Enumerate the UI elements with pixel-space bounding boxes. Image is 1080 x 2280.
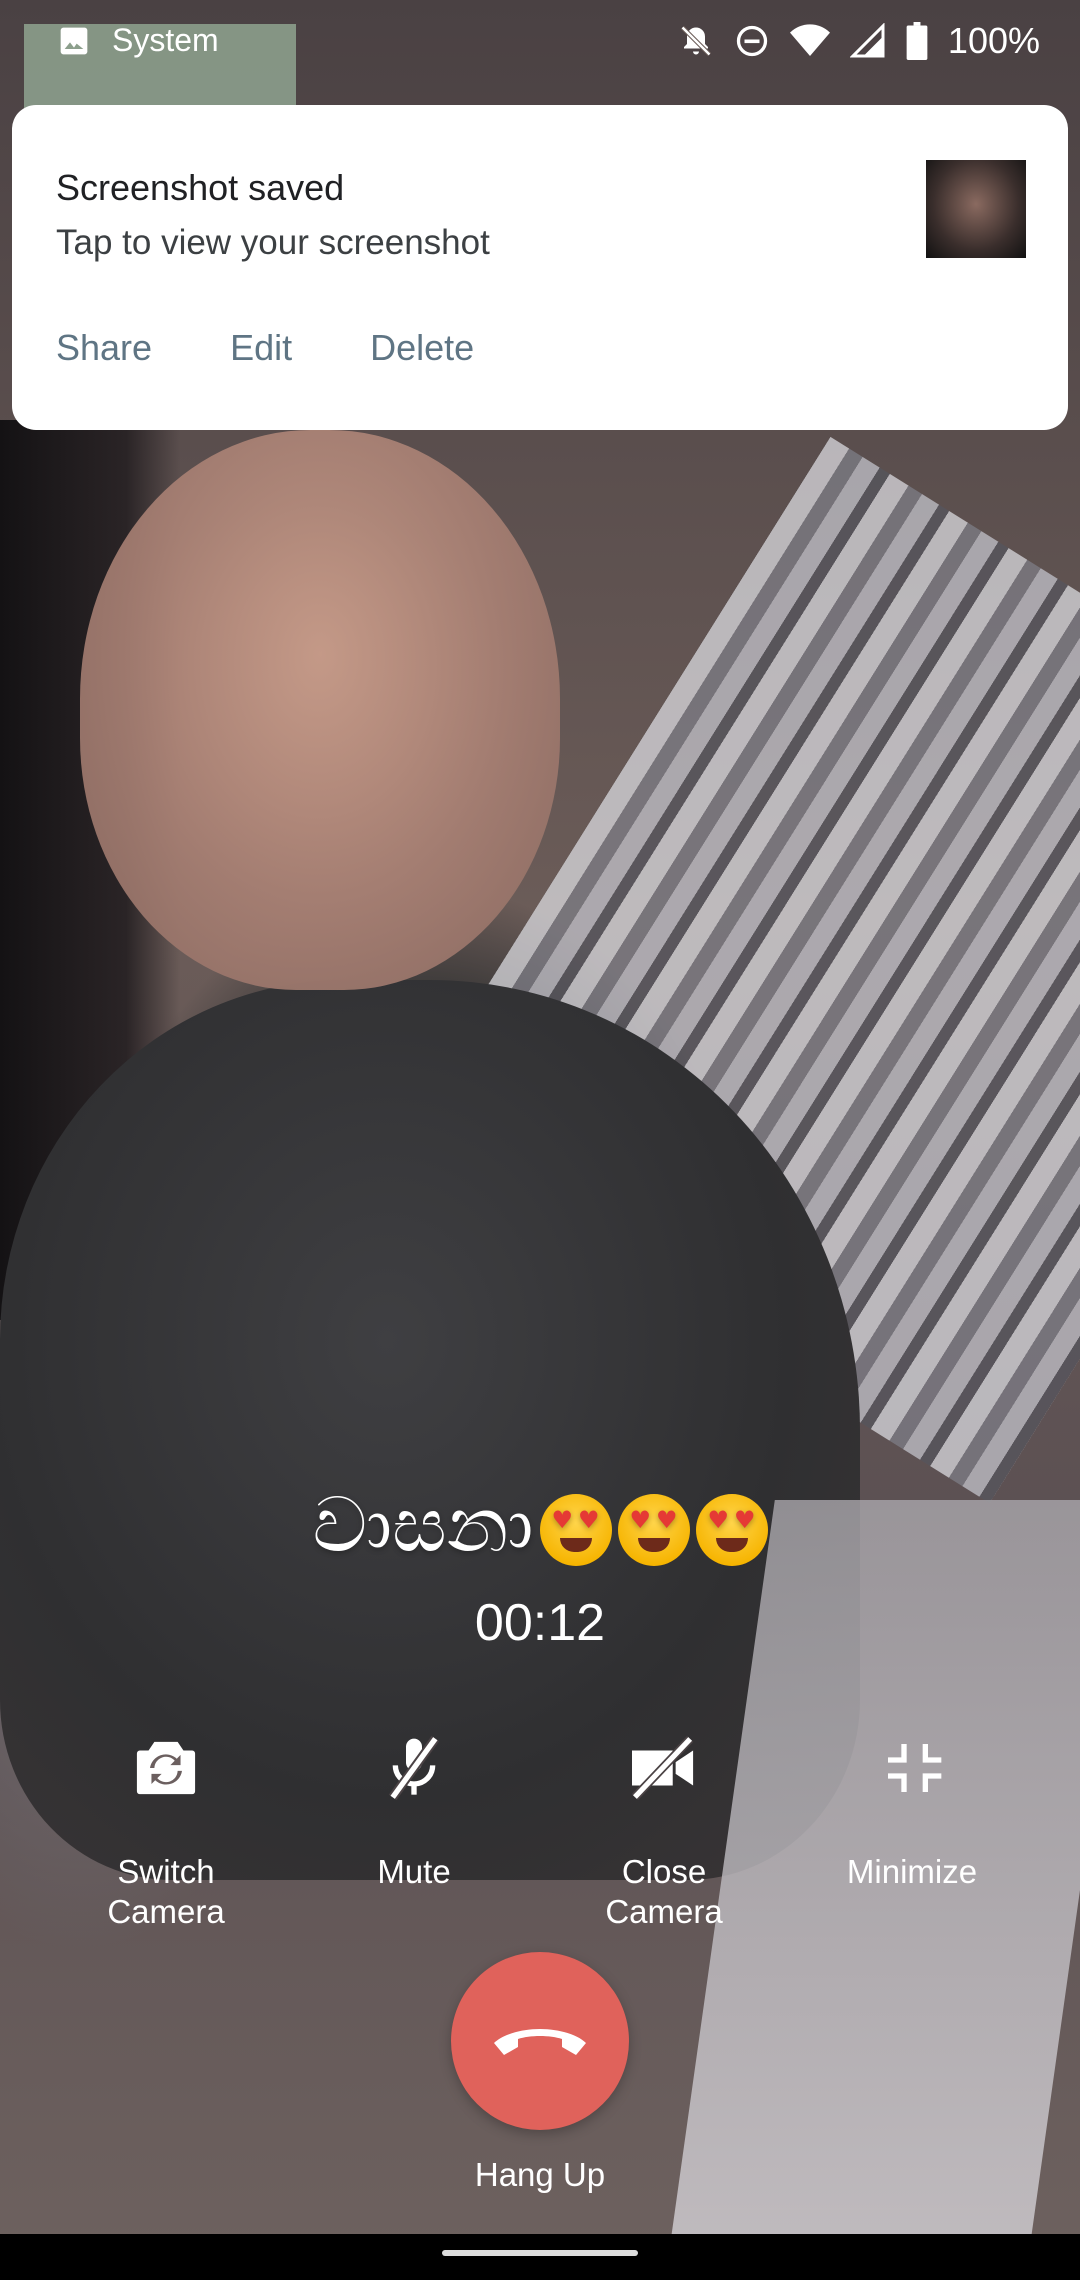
switch-camera-icon <box>136 1741 196 1795</box>
close-camera-button[interactable]: Close Camera <box>554 1728 774 1932</box>
image-icon <box>60 27 88 54</box>
call-end-icon <box>494 2029 586 2055</box>
battery-level: 100% <box>947 20 1040 61</box>
home-gesture-handle[interactable] <box>442 2250 638 2256</box>
switch-camera-label: Switch Camera <box>107 1853 225 1930</box>
status-bar: System 100% <box>0 0 1080 108</box>
video-face <box>80 430 560 990</box>
minimize-button[interactable]: Minimize <box>802 1728 1022 1892</box>
mute-label: Mute <box>377 1853 451 1890</box>
notification-app: System <box>58 22 219 59</box>
caller-info: වාසනා 00:12 <box>0 1480 1080 1653</box>
caller-name: වාසනා <box>312 1480 534 1569</box>
hang-up-label: Hang Up <box>474 2156 606 2193</box>
heart-eyes-emoji-icon <box>617 1494 690 1566</box>
minimize-icon <box>888 1744 942 1792</box>
notification-actions: Share Edit Delete <box>56 327 474 369</box>
close-camera-label: Close Camera <box>605 1853 723 1930</box>
mic-off-icon <box>388 1735 440 1801</box>
hang-up-button[interactable] <box>451 1952 629 2130</box>
notifications-off-icon <box>680 25 712 57</box>
mute-button[interactable]: Mute <box>304 1728 524 1892</box>
notification-app-name: System <box>112 22 219 58</box>
battery-icon <box>906 22 928 60</box>
cellular-signal-icon <box>849 23 885 58</box>
heart-eyes-emoji-icon <box>539 1494 612 1566</box>
screenshot-thumbnail[interactable] <box>926 160 1026 258</box>
notification-title: Screenshot saved <box>56 167 345 208</box>
call-timer: 00:12 <box>474 1594 606 1652</box>
switch-camera-button[interactable]: Switch Camera <box>56 1728 276 1932</box>
delete-button[interactable]: Delete <box>370 327 474 369</box>
notification-text: Tap to view your screenshot <box>56 223 490 262</box>
do-not-disturb-icon <box>736 25 768 57</box>
camera-off-icon <box>631 1736 694 1800</box>
status-icons: 100% <box>678 20 1040 62</box>
screenshot-notification[interactable]: Screenshot saved Tap to view your screen… <box>12 105 1068 430</box>
call-controls: Switch Camera Mute Close Camera Minimize <box>0 1728 1080 1948</box>
heart-eyes-emoji-icon <box>695 1494 768 1566</box>
minimize-label: Minimize <box>846 1853 978 1890</box>
caller-name-row: වාසනා <box>0 1480 1080 1571</box>
share-button[interactable]: Share <box>56 327 152 369</box>
wifi-icon <box>789 24 830 56</box>
edit-button[interactable]: Edit <box>230 327 292 369</box>
navigation-bar <box>0 2234 1080 2280</box>
